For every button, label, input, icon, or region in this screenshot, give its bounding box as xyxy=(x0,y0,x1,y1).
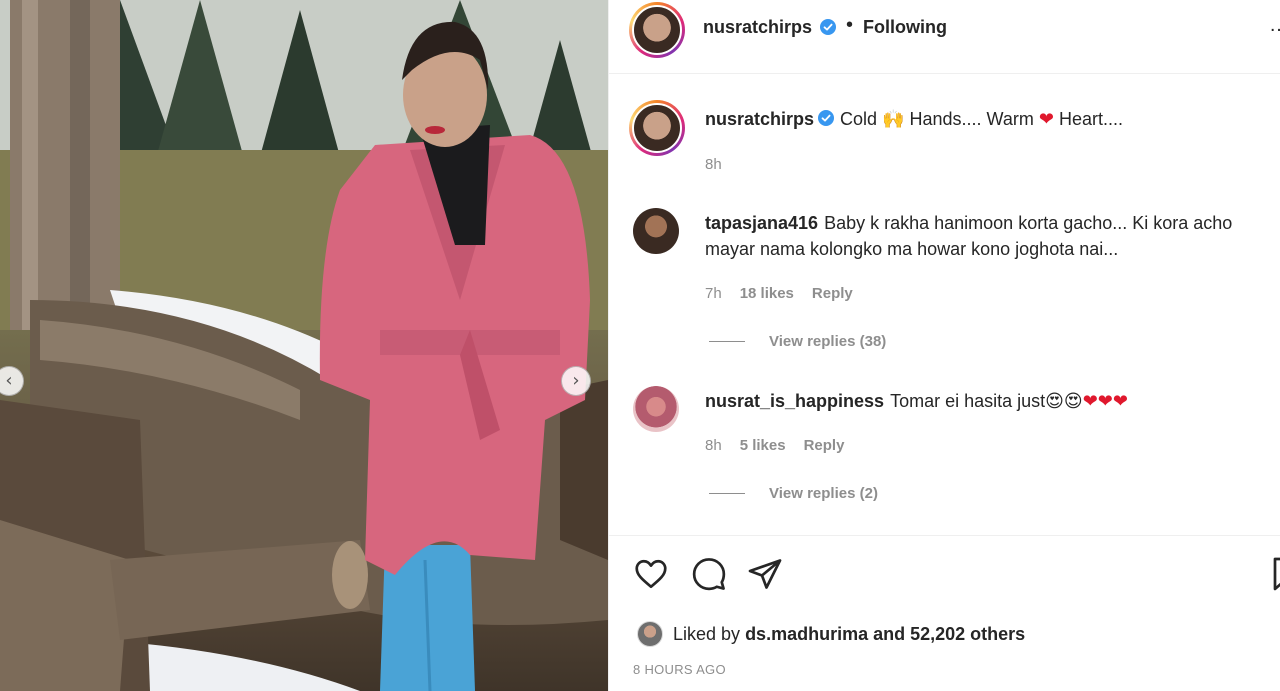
carousel-next-button[interactable]: › xyxy=(561,366,591,396)
liked-by-count[interactable]: and 52,202 others xyxy=(873,624,1025,645)
post-actions: Liked by ds.madhurima and 52,202 others … xyxy=(609,535,1280,691)
caption-text-3: Heart.... xyxy=(1059,109,1124,129)
comment-meta: 8h 5 likes Reply xyxy=(705,437,844,454)
liked-by-prefix: Liked by xyxy=(673,623,741,644)
caption-text-2: Hands.... Warm xyxy=(909,109,1034,129)
replies-divider xyxy=(709,493,745,494)
red-hearts-emoji: ❤❤❤ xyxy=(1082,391,1128,412)
author-username[interactable]: nusratchirps xyxy=(703,17,812,38)
caption-avatar[interactable] xyxy=(629,100,685,156)
caption-text-1: Cold xyxy=(840,109,878,129)
view-replies-label: View replies (2) xyxy=(769,485,878,502)
verified-badge-icon xyxy=(818,110,835,127)
liked-by-summary[interactable]: Liked by ds.madhurima and 52,202 others xyxy=(637,621,1025,647)
caption-username[interactable]: nusratchirps xyxy=(705,109,814,129)
comment-avatar[interactable] xyxy=(633,208,679,254)
post-timestamp: 8 HOURS AGO xyxy=(633,662,726,677)
share-paper-plane-icon[interactable] xyxy=(747,556,783,592)
comment-username[interactable]: nusrat_is_happiness xyxy=(705,391,884,411)
view-replies-label: View replies (38) xyxy=(769,333,887,350)
verified-badge-icon xyxy=(820,19,836,35)
replies-divider xyxy=(709,341,745,342)
red-heart-emoji: ❤ xyxy=(1038,109,1054,130)
view-replies-button[interactable]: View replies (2) xyxy=(709,485,878,502)
author-avatar[interactable] xyxy=(629,2,685,58)
photo-illustration xyxy=(0,0,608,691)
comment-avatar[interactable] xyxy=(633,386,679,432)
more-options-icon[interactable]: … xyxy=(1269,14,1280,37)
chevron-right-icon: › xyxy=(572,370,580,391)
reply-button[interactable]: Reply xyxy=(804,437,845,454)
following-button[interactable]: Following xyxy=(863,17,947,38)
comment-meta: 7h 18 likes Reply xyxy=(705,285,853,302)
header-separator: • xyxy=(846,14,854,36)
chevron-left-icon: ‹ xyxy=(5,370,13,391)
comment-time: 8h xyxy=(705,437,722,454)
comment-time: 7h xyxy=(705,285,722,302)
liked-by-avatar xyxy=(637,621,663,647)
comment-bubble-icon[interactable] xyxy=(691,556,727,592)
post-photo: ‹ › xyxy=(0,0,608,691)
post-sidebar: nusratchirps • Following … nusratchirps C… xyxy=(608,0,1280,691)
post-header: nusratchirps • Following … xyxy=(609,0,1280,74)
heart-eyes-emoji: 😍😍 xyxy=(1045,391,1083,412)
comment-likes[interactable]: 5 likes xyxy=(740,437,786,454)
post-caption: nusratchirps Cold 🙌 Hands.... Warm ❤ Hear… xyxy=(705,109,1123,130)
raised-hands-emoji: 🙌 xyxy=(882,109,905,130)
caption-timestamp: 8h xyxy=(705,156,722,173)
reply-button[interactable]: Reply xyxy=(812,285,853,302)
comment-text: Tomar ei hasita just xyxy=(890,391,1046,411)
like-heart-icon[interactable] xyxy=(633,556,669,592)
comment-item: tapasjana416 Baby k rakha hanimoon korta … xyxy=(705,210,1255,262)
comment-username[interactable]: tapasjana416 xyxy=(705,213,818,233)
save-bookmark-icon[interactable] xyxy=(1269,556,1280,592)
view-replies-button[interactable]: View replies (38) xyxy=(709,333,886,350)
comment-likes[interactable]: 18 likes xyxy=(740,285,794,302)
liked-by-user[interactable]: ds.madhurima xyxy=(745,624,868,645)
comment-item: nusrat_is_happiness Tomar ei hasita just😍… xyxy=(705,388,1265,415)
